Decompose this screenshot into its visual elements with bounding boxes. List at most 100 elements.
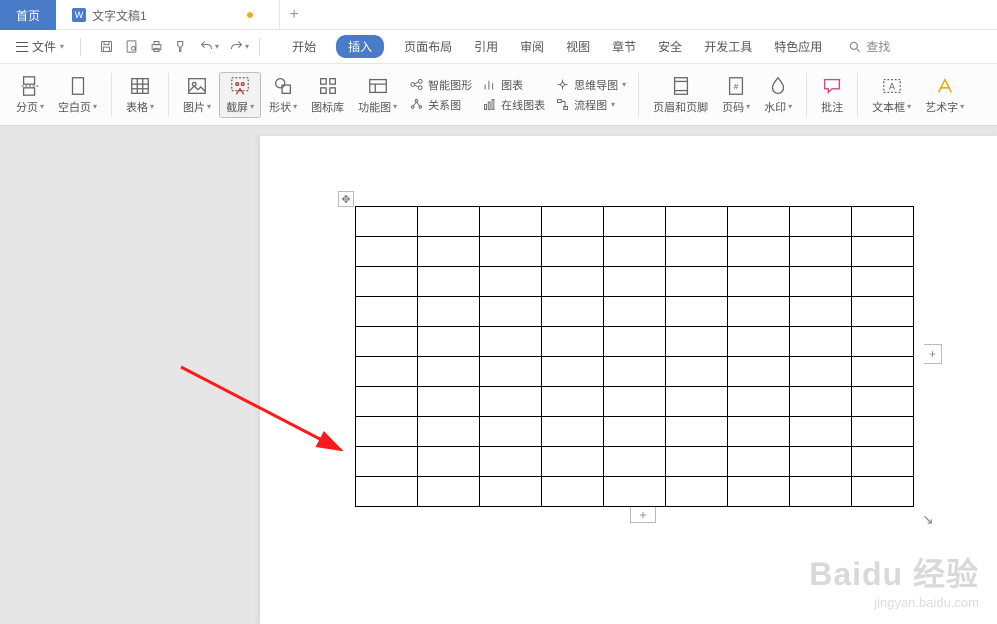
table-cell[interactable] [542, 357, 604, 387]
file-menu-button[interactable]: 文件 ▾ [10, 34, 70, 59]
table-cell[interactable] [666, 207, 728, 237]
table-cell[interactable] [604, 297, 666, 327]
inserted-table[interactable] [355, 206, 914, 507]
shape-button[interactable]: 形状▾ [263, 73, 303, 117]
table-cell[interactable] [480, 237, 542, 267]
table-cell[interactable] [790, 207, 852, 237]
table-cell[interactable] [790, 237, 852, 267]
table-cell[interactable] [480, 477, 542, 507]
table-cell[interactable] [542, 237, 604, 267]
table-cell[interactable] [356, 357, 418, 387]
table-cell[interactable] [356, 297, 418, 327]
table-cell[interactable] [480, 447, 542, 477]
table-cell[interactable] [356, 387, 418, 417]
table-cell[interactable] [604, 357, 666, 387]
menu-review[interactable]: 审阅 [518, 34, 546, 59]
table-cell[interactable] [356, 477, 418, 507]
table-cell[interactable] [418, 237, 480, 267]
wordart-button[interactable]: 艺术字▾ [919, 73, 970, 117]
pagebreak-button[interactable]: 分页▾ [10, 73, 50, 117]
table-cell[interactable] [604, 267, 666, 297]
table-cell[interactable] [666, 327, 728, 357]
menu-devtools[interactable]: 开发工具 [702, 34, 754, 59]
table-cell[interactable] [604, 387, 666, 417]
table-cell[interactable] [852, 237, 914, 267]
table-cell[interactable] [666, 237, 728, 267]
table-cell[interactable] [480, 267, 542, 297]
table-cell[interactable] [604, 327, 666, 357]
table-cell[interactable] [418, 477, 480, 507]
table-add-column-handle[interactable]: + [924, 344, 942, 364]
table-cell[interactable] [666, 417, 728, 447]
table-cell[interactable] [852, 477, 914, 507]
document-page[interactable]: ✥ + + ↘ [260, 136, 997, 624]
table-cell[interactable] [418, 207, 480, 237]
table-move-handle[interactable]: ✥ [338, 191, 354, 207]
table-cell[interactable] [852, 267, 914, 297]
table-cell[interactable] [790, 327, 852, 357]
print-preview-button[interactable] [124, 39, 139, 54]
table-cell[interactable] [728, 387, 790, 417]
table-cell[interactable] [728, 207, 790, 237]
table-cell[interactable] [666, 297, 728, 327]
table-cell[interactable] [790, 477, 852, 507]
table-cell[interactable] [728, 357, 790, 387]
table-cell[interactable] [480, 327, 542, 357]
redo-button[interactable]: ▾ [229, 39, 249, 54]
table-cell[interactable] [852, 417, 914, 447]
menu-safety[interactable]: 安全 [656, 34, 684, 59]
table-cell[interactable] [728, 237, 790, 267]
table-cell[interactable] [728, 267, 790, 297]
table-cell[interactable] [480, 357, 542, 387]
table-cell[interactable] [666, 447, 728, 477]
table-cell[interactable] [790, 357, 852, 387]
save-button[interactable] [99, 39, 114, 54]
table-cell[interactable] [604, 237, 666, 267]
table-cell[interactable] [542, 267, 604, 297]
table-cell[interactable] [418, 357, 480, 387]
table-cell[interactable] [790, 387, 852, 417]
table-cell[interactable] [542, 447, 604, 477]
chart-button[interactable]: 图表 [478, 76, 549, 94]
table-cell[interactable] [852, 327, 914, 357]
table-cell[interactable] [418, 267, 480, 297]
table-cell[interactable] [728, 477, 790, 507]
relation-button[interactable]: 关系图 [405, 96, 476, 114]
table-cell[interactable] [542, 387, 604, 417]
table-cell[interactable] [418, 327, 480, 357]
headerfooter-button[interactable]: 页眉和页脚 [647, 73, 714, 117]
table-cell[interactable] [418, 297, 480, 327]
menu-view[interactable]: 视图 [564, 34, 592, 59]
table-cell[interactable] [480, 297, 542, 327]
table-cell[interactable] [852, 387, 914, 417]
tab-document[interactable]: W 文字文稿1 [56, 0, 269, 30]
tab-add-button[interactable]: + [279, 0, 309, 29]
comment-button[interactable]: 批注 [815, 73, 849, 117]
table-cell[interactable] [418, 387, 480, 417]
table-cell[interactable] [666, 357, 728, 387]
search-button[interactable]: 查找 [848, 38, 890, 55]
table-cell[interactable] [852, 207, 914, 237]
table-cell[interactable] [356, 267, 418, 297]
table-cell[interactable] [604, 207, 666, 237]
picture-button[interactable]: 图片▾ [177, 73, 217, 117]
table-cell[interactable] [790, 417, 852, 447]
textbox-button[interactable]: A 文本框▾ [866, 73, 917, 117]
menu-chapter[interactable]: 章节 [610, 34, 638, 59]
table-cell[interactable] [728, 327, 790, 357]
format-painter-button[interactable] [174, 39, 189, 54]
table-cell[interactable] [418, 447, 480, 477]
table-cell[interactable] [542, 327, 604, 357]
table-cell[interactable] [480, 417, 542, 447]
table-cell[interactable] [356, 207, 418, 237]
table-cell[interactable] [542, 477, 604, 507]
menu-pagelayout[interactable]: 页面布局 [402, 34, 454, 59]
table-cell[interactable] [728, 447, 790, 477]
table-cell[interactable] [666, 477, 728, 507]
table-button[interactable]: 表格▾ [120, 73, 160, 117]
table-cell[interactable] [542, 417, 604, 447]
blankpage-button[interactable]: 空白页▾ [52, 73, 103, 117]
table-cell[interactable] [728, 297, 790, 327]
table-cell[interactable] [852, 447, 914, 477]
pagenum-button[interactable]: # 页码▾ [716, 73, 756, 117]
